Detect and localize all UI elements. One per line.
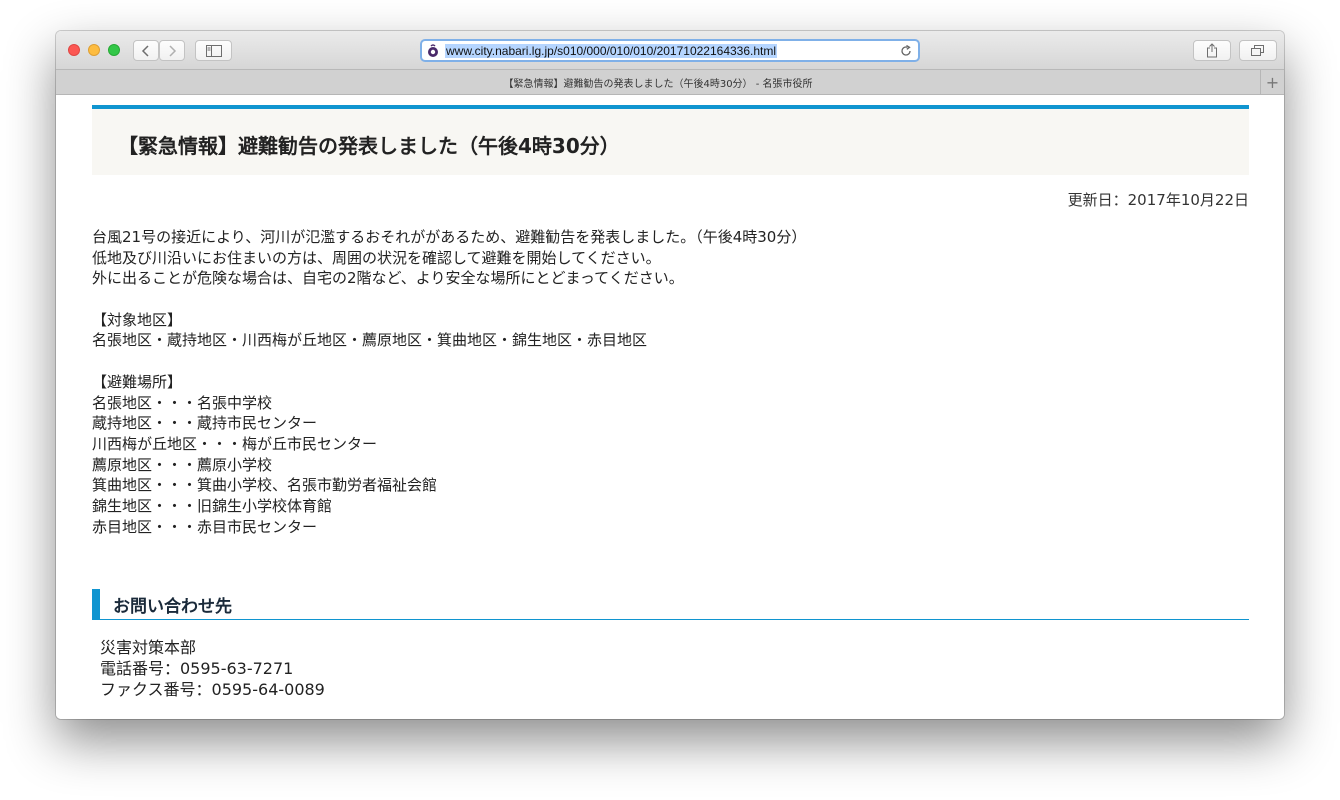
- article-body: 台風21号の接近により、河川が氾濫するおそれががあるため、避難勧告を発表しました…: [92, 227, 1242, 537]
- minimize-window-icon[interactable]: [88, 44, 100, 56]
- tabs-overview-button[interactable]: [1239, 40, 1277, 61]
- tab-bar: 【緊急情報】避難勧告の発表しました（午後4時30分） - 名張市役所 +: [56, 70, 1284, 95]
- chevron-right-icon: [169, 44, 177, 57]
- contact-section-header: お問い合わせ先: [92, 589, 1249, 620]
- contact-info: 災害対策本部 電話番号：0595-63-7271 ファクス番号：0595-64-…: [100, 637, 325, 700]
- shelter-item: 川西梅が丘地区・・・梅が丘市民センター: [92, 434, 378, 453]
- body-blank-line: [92, 289, 1242, 310]
- body-line: 低地及び川沿いにお住まいの方は、周囲の状況を確認して避難を開始してください。: [92, 248, 661, 267]
- browser-window: www.city.nabari.lg.jp/s010/000/010/010/2…: [56, 31, 1284, 719]
- shelter-item: 蔵持地区・・・蔵持市民センター: [92, 414, 318, 433]
- body-line: 台風21号の接近により、河川が氾濫するおそれががあるため、避難勧告を発表しました…: [92, 228, 807, 246]
- target-area-list: 名張地区・蔵持地区・川西梅が丘地区・薦原地区・箕曲地区・錦生地区・赤目地区: [92, 331, 648, 350]
- shelter-heading: 【避難場所】: [92, 372, 183, 391]
- url-text[interactable]: www.city.nabari.lg.jp/s010/000/010/010/2…: [445, 44, 778, 58]
- tabs-overview-icon: [1251, 44, 1264, 56]
- shelter-item: 名張地区・・・名張中学校: [92, 393, 273, 412]
- share-button[interactable]: [1193, 40, 1231, 61]
- page-content: 【緊急情報】避難勧告の発表しました（午後4時30分） 更新日：2017年10月2…: [56, 95, 1284, 719]
- forward-button[interactable]: [159, 40, 185, 61]
- browser-toolbar: www.city.nabari.lg.jp/s010/000/010/010/2…: [56, 31, 1284, 70]
- contact-accent-bar: [92, 589, 100, 619]
- address-bar[interactable]: www.city.nabari.lg.jp/s010/000/010/010/2…: [420, 39, 920, 62]
- tab-title[interactable]: 【緊急情報】避難勧告の発表しました（午後4時30分） - 名張市役所: [56, 75, 1260, 90]
- shelter-item: 箕曲地区・・・箕曲小学校、名張市勤労者福祉会館: [92, 476, 438, 495]
- new-tab-button[interactable]: +: [1260, 70, 1284, 94]
- sidebar-icon: [205, 44, 222, 57]
- back-button[interactable]: [133, 40, 159, 61]
- plus-icon: +: [1265, 72, 1280, 92]
- shelter-item: 錦生地区・・・旧錦生小学校体育館: [92, 496, 333, 515]
- contact-heading: お問い合わせ先: [113, 597, 232, 617]
- contact-fax: ファクス番号：0595-64-0089: [100, 680, 325, 699]
- target-area-heading: 【対象地区】: [92, 310, 183, 329]
- updated-date: 更新日：2017年10月22日: [1067, 191, 1249, 209]
- page-heading-box: 【緊急情報】避難勧告の発表しました（午後4時30分）: [92, 105, 1249, 175]
- shelter-item: 薦原地区・・・薦原小学校: [92, 455, 273, 474]
- reload-icon[interactable]: [900, 45, 912, 57]
- contact-phone: 電話番号：0595-63-7271: [100, 659, 294, 678]
- share-icon: [1207, 43, 1217, 58]
- site-favicon-icon: [428, 44, 438, 57]
- body-line: 外に出ることが危険な場合は、自宅の2階など、より安全な場所にとどまってください。: [92, 269, 684, 288]
- page-title: 【緊急情報】避難勧告の発表しました（午後4時30分）: [118, 134, 620, 158]
- zoom-window-icon[interactable]: [108, 44, 120, 56]
- body-blank-line: [92, 351, 1242, 372]
- chevron-left-icon: [141, 44, 149, 57]
- shelter-item: 赤目地区・・・赤目市民センター: [92, 517, 318, 536]
- contact-department: 災害対策本部: [100, 638, 197, 657]
- sidebar-button[interactable]: [195, 40, 232, 61]
- close-window-icon[interactable]: [68, 44, 80, 56]
